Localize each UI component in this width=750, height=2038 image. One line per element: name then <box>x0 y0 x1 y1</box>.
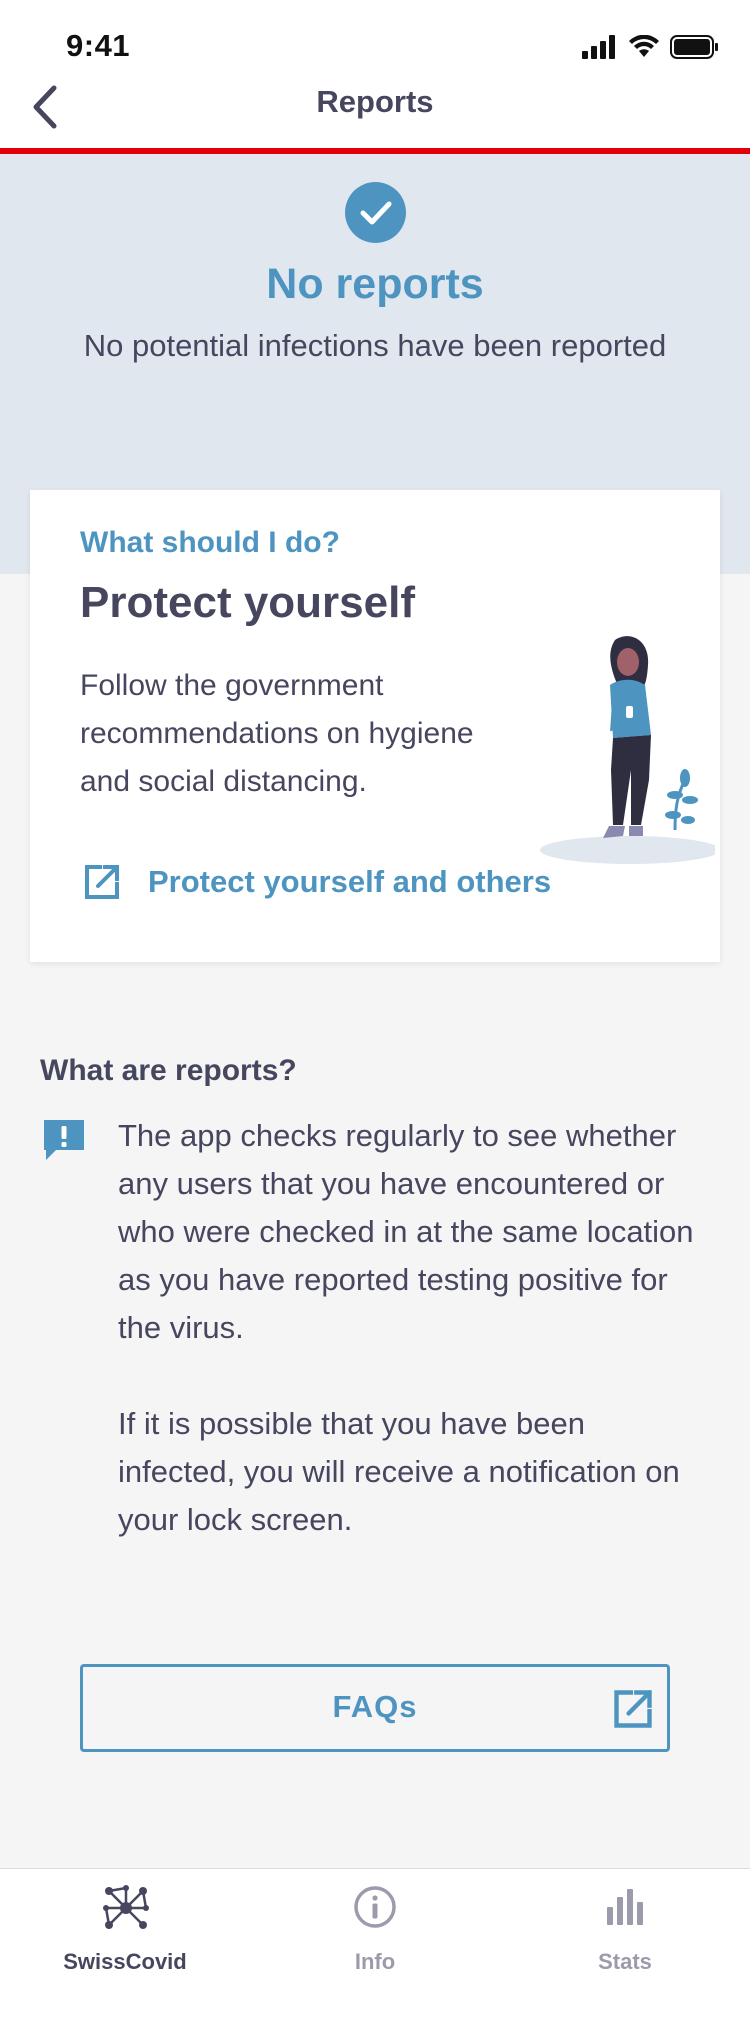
section-title: What are reports? <box>40 1054 297 1087</box>
swisscovid-icon <box>103 1885 149 1929</box>
what-to-do-card: What should I do? Protect yourself Follo… <box>30 490 720 962</box>
status-time: 9:41 <box>66 28 131 63</box>
cellular-signal-icon <box>582 35 615 59</box>
section-paragraph-2: If it is possible that you have been inf… <box>118 1406 680 1537</box>
checkmark-icon <box>345 182 406 243</box>
no-reports-title: No reports <box>266 260 484 308</box>
faq-button-label: FAQs <box>332 1689 418 1724</box>
card-eyebrow: What should I do? <box>80 526 340 559</box>
tab-swisscovid[interactable]: SwissCovid <box>0 1869 250 2038</box>
external-link-icon <box>614 1690 652 1728</box>
card-text: Follow the government recommendations on… <box>80 669 474 798</box>
faq-button[interactable]: FAQs <box>80 1664 670 1752</box>
protect-yourself-link[interactable]: Protect yourself and others <box>82 860 551 904</box>
battery-icon <box>670 35 718 59</box>
page-title: Reports <box>316 84 434 119</box>
stats-icon <box>607 1889 643 1925</box>
navigation-bar: Reports <box>0 60 750 150</box>
section-paragraph-1: The app checks regularly to see whether … <box>118 1118 694 1345</box>
wifi-icon <box>629 35 659 57</box>
status-icons <box>582 30 720 64</box>
no-reports-subtitle: No potential infections have been report… <box>83 328 667 363</box>
message-alert-icon <box>44 1120 84 1160</box>
person-with-phone-illustration <box>540 636 715 864</box>
tab-label-stats: Stats <box>598 1949 652 1974</box>
tab-label-swisscovid: SwissCovid <box>63 1949 187 1974</box>
section-text: The app checks regularly to see whether … <box>118 1112 708 1544</box>
card-title: Protect yourself <box>80 578 415 627</box>
tab-stats[interactable]: Stats <box>500 1869 750 2038</box>
tab-label-info: Info <box>354 1949 396 1974</box>
external-link-icon <box>85 865 119 899</box>
tab-bar: SwissCovid Info Stats <box>0 1868 750 2038</box>
info-icon <box>354 1886 396 1928</box>
protect-yourself-link-label: Protect yourself and others <box>148 864 552 899</box>
tab-info[interactable]: Info <box>250 1869 500 2038</box>
